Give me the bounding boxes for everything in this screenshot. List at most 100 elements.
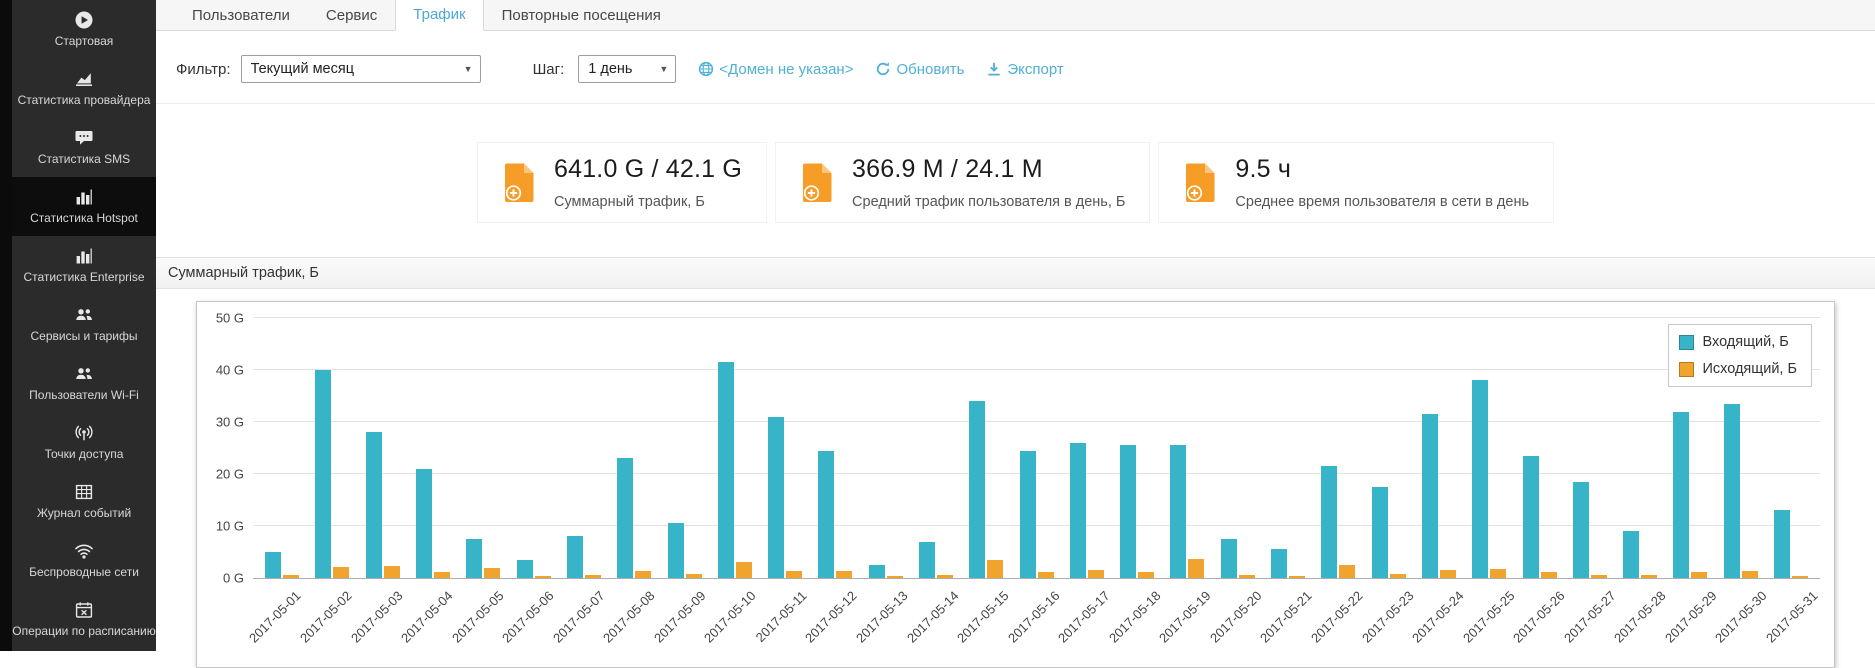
export-link[interactable]: Экспорт (986, 61, 1063, 78)
bar-group (1414, 318, 1464, 578)
sidebar-item-enterprise-stats[interactable]: Статистика Enterprise (12, 236, 156, 295)
bar-group (408, 318, 458, 578)
x-axis-label: 2017-05-10 (701, 588, 759, 646)
incoming-bar (1724, 404, 1740, 578)
bar-group (257, 318, 307, 578)
bar-group (760, 318, 810, 578)
bar-group (710, 318, 760, 578)
filter-bar: Фильтр: Текущий месяц ▼ Шаг: 1 день ▼ <Д… (156, 31, 1875, 104)
chevron-down-icon: ▼ (659, 64, 668, 74)
sidebar: СтартоваяСтатистика провайдераСтатистика… (0, 0, 156, 651)
outgoing-bar (736, 562, 752, 578)
bar-group (1011, 318, 1061, 578)
step-select[interactable]: 1 день ▼ (578, 55, 676, 83)
legend-item-incoming: Входящий, Б (1679, 334, 1797, 350)
main-content: ПользователиСервисТрафикПовторные посеще… (156, 0, 1875, 651)
stat-text: 641.0 G / 42.1 GСуммарный трафик, Б (554, 155, 742, 210)
incoming-bar (315, 370, 331, 578)
x-axis-label: 2017-05-20 (1207, 588, 1265, 646)
bar-group (1565, 318, 1615, 578)
outgoing-bar (1239, 575, 1255, 578)
x-axis-label: 2017-05-17 (1055, 588, 1113, 646)
incoming-bar (265, 552, 281, 578)
sidebar-item-label: Сервисы и тарифы (31, 330, 138, 343)
chart-legend: Входящий, БИсходящий, Б (1668, 324, 1812, 387)
incoming-bar (1573, 482, 1589, 578)
incoming-bar (1020, 451, 1036, 578)
tab-service[interactable]: Сервис (308, 0, 395, 31)
sidebar-item-hotspot-stats[interactable]: Статистика Hotspot (12, 177, 156, 236)
sidebar-item-wireless-networks[interactable]: Беспроводные сети (12, 531, 156, 590)
bar-chart-icon (74, 246, 94, 266)
file-plus-icon (800, 162, 836, 204)
sidebar-item-label: Точки доступа (45, 448, 124, 461)
x-axis-label: 2017-05-14 (904, 588, 962, 646)
incoming-bar (718, 362, 734, 578)
sidebar-item-scheduled-operations[interactable]: Операции по расписанию (12, 590, 156, 649)
domain-link[interactable]: <Домен не указан> (698, 61, 853, 78)
x-axis-label: 2017-05-22 (1308, 588, 1366, 646)
incoming-bar (517, 560, 533, 578)
x-axis-label: 2017-05-18 (1106, 588, 1164, 646)
x-axis-label: 2017-05-26 (1510, 588, 1568, 646)
stat-label: Средний трафик пользователя в день, Б (852, 194, 1125, 210)
filter-label: Фильтр: (176, 61, 231, 78)
bar-group (861, 318, 911, 578)
sidebar-item-wifi-users[interactable]: Пользователи Wi-Fi (12, 354, 156, 413)
tab-users[interactable]: Пользователи (174, 0, 308, 31)
incoming-bar (466, 539, 482, 578)
wifi-icon (74, 541, 94, 561)
stat-label: Среднее время пользователя в сети в день (1235, 194, 1529, 210)
tab-revisits[interactable]: Повторные посещения (484, 0, 679, 31)
incoming-bar (1372, 487, 1388, 578)
bar-group (1514, 318, 1564, 578)
sidebar-item-sms-stats[interactable]: Статистика SMS (12, 118, 156, 177)
bar-group (659, 318, 709, 578)
stat-text: 366.9 M / 24.1 MСредний трафик пользоват… (852, 155, 1125, 210)
incoming-bar (1221, 539, 1237, 578)
bar-group (458, 318, 508, 578)
x-axis-label: 2017-05-03 (348, 588, 406, 646)
app: СтартоваяСтатистика провайдераСтатистика… (0, 0, 1875, 651)
sidebar-item-event-log[interactable]: Журнал событий (12, 472, 156, 531)
incoming-bar (366, 432, 382, 578)
x-axis-label: 2017-05-23 (1358, 588, 1416, 646)
incoming-bar (1321, 466, 1337, 578)
outgoing-swatch (1679, 362, 1694, 377)
bar-group (1364, 318, 1414, 578)
y-axis-label: 40 G (216, 363, 244, 378)
period-select[interactable]: Текущий месяц ▼ (241, 55, 481, 83)
incoming-bar (1070, 443, 1086, 578)
outgoing-bar (1088, 570, 1104, 578)
sidebar-item-access-points[interactable]: Точки доступа (12, 413, 156, 472)
outgoing-bar (1289, 576, 1305, 578)
outgoing-bar (1490, 569, 1506, 578)
sidebar-item-label: Пользователи Wi-Fi (29, 389, 139, 402)
incoming-swatch (1679, 335, 1694, 350)
refresh-link[interactable]: Обновить (875, 61, 964, 78)
sidebar-item-provider-stats[interactable]: Статистика провайдера (12, 59, 156, 118)
outgoing-bar (434, 572, 450, 578)
outgoing-bar (1038, 572, 1054, 578)
outgoing-bar (1138, 572, 1154, 578)
outgoing-bar (937, 575, 953, 578)
outgoing-bar (1641, 575, 1657, 578)
broadcast-icon (74, 423, 94, 443)
bar-group (1112, 318, 1162, 578)
outgoing-bar (283, 575, 299, 578)
users-icon (74, 305, 94, 325)
outgoing-bar (1591, 575, 1607, 578)
tab-traffic[interactable]: Трафик (395, 0, 483, 31)
bars-area (253, 318, 1820, 578)
legend-label: Входящий, Б (1702, 334, 1788, 350)
incoming-bar (969, 401, 985, 578)
tab-bar: ПользователиСервисТрафикПовторные посеще… (156, 0, 1875, 31)
outgoing-bar (1390, 574, 1406, 578)
sidebar-item-label: Операции по расписанию (12, 625, 156, 638)
outgoing-bar (1541, 572, 1557, 578)
outgoing-bar (1188, 559, 1204, 578)
incoming-bar (1623, 531, 1639, 578)
sidebar-item-services-tariffs[interactable]: Сервисы и тарифы (12, 295, 156, 354)
stat-text: 9.5 чСреднее время пользователя в сети в… (1235, 155, 1529, 210)
sidebar-item-home[interactable]: Стартовая (12, 0, 156, 59)
